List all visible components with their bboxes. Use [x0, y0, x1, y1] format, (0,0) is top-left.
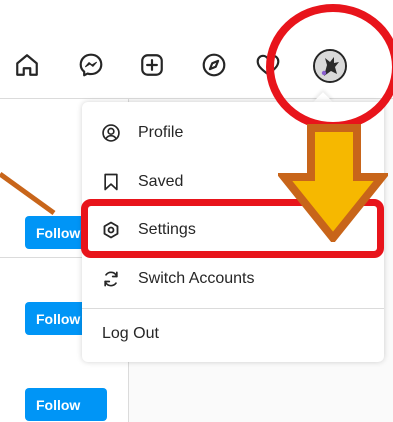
new-post-icon[interactable] — [139, 52, 165, 78]
follow-button[interactable]: Follow — [25, 388, 107, 421]
user-circle-icon — [100, 122, 122, 144]
menu-item-label: Saved — [138, 173, 184, 190]
log-out-button[interactable]: Log Out — [102, 325, 159, 343]
menu-item-label: Switch Accounts — [138, 270, 255, 287]
bookmark-icon — [100, 171, 122, 193]
switch-arrows-icon — [100, 268, 122, 290]
divider — [82, 308, 384, 309]
menu-item-label: Profile — [138, 124, 184, 141]
annotation-highlight-circle — [266, 4, 393, 130]
menu-item-switch-accounts[interactable]: Switch Accounts — [82, 255, 384, 303]
home-icon[interactable] — [14, 52, 40, 78]
annotation-pointer-line — [0, 171, 56, 216]
messenger-icon[interactable] — [78, 52, 104, 78]
annotation-down-arrow-icon — [278, 124, 388, 242]
explore-compass-icon[interactable] — [201, 52, 227, 78]
